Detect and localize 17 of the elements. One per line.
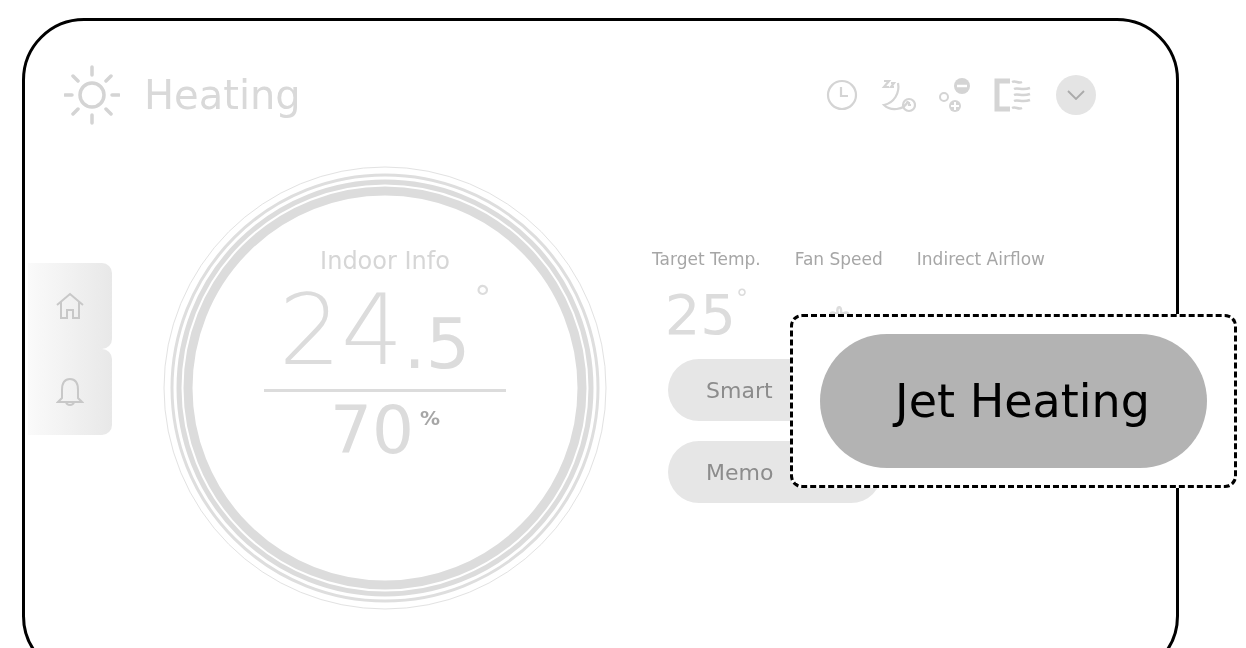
setting-label: Fan Speed	[794, 249, 883, 269]
chevron-down-icon	[1067, 90, 1085, 100]
sleep-moon-icon[interactable]	[880, 77, 916, 113]
setting-label: Target Temp.	[652, 249, 761, 269]
degree-unit: °	[474, 281, 492, 315]
bell-icon	[56, 377, 84, 407]
sidebar-tab[interactable]	[28, 349, 112, 435]
setting-label: Indirect Airflow	[916, 249, 1045, 269]
clock-icon[interactable]	[826, 79, 858, 111]
home-icon	[55, 291, 85, 321]
sun-icon	[64, 64, 120, 126]
percent-unit: %	[419, 408, 440, 428]
expand-button[interactable]	[1056, 75, 1096, 115]
sidebar-tab[interactable]	[28, 263, 112, 349]
jet-heating-button[interactable]: Jet Heating	[820, 334, 1207, 468]
plus-minus-icon[interactable]	[938, 77, 972, 113]
degree-unit: °	[736, 287, 748, 311]
